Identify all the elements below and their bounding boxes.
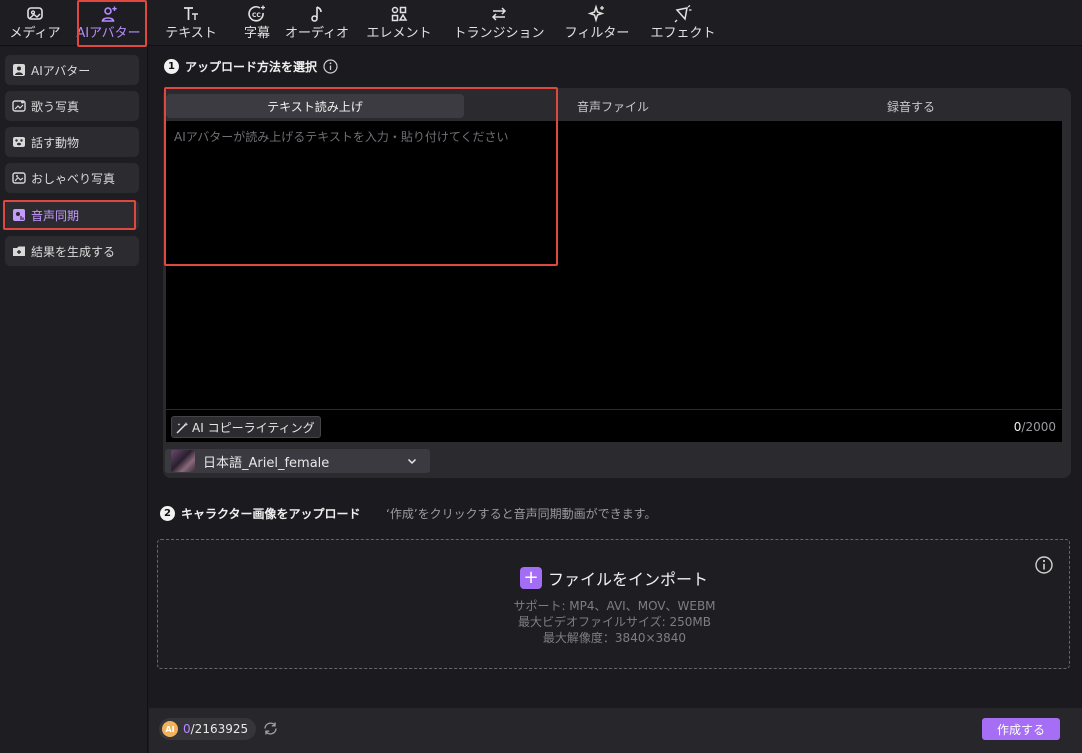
tab-effects-label: エフェクト bbox=[650, 26, 716, 41]
tab-audio[interactable]: オーディオ bbox=[279, 0, 355, 46]
sidebar-item-singing-photo[interactable]: 歌う写真 bbox=[5, 91, 139, 121]
refresh-icon[interactable] bbox=[262, 720, 279, 737]
plus-icon: + bbox=[520, 567, 542, 589]
tab-filters-label: フィルター bbox=[564, 26, 630, 41]
tab-transitions-label: トランジション bbox=[453, 26, 545, 41]
ai-copywriting-label: AI コピーライティング bbox=[192, 420, 315, 435]
character-max: /2000 bbox=[1021, 420, 1056, 434]
voice-select[interactable]: 日本語_Ariel_female bbox=[165, 449, 430, 473]
talking-animal-icon bbox=[12, 135, 26, 149]
tab-ai-avatar-label: AIアバター bbox=[76, 26, 141, 41]
tab-transitions[interactable]: トランジション bbox=[443, 0, 555, 46]
sidebar-item-label: AIアバター bbox=[31, 63, 91, 78]
audio-icon bbox=[307, 4, 327, 24]
tab-text[interactable]: テキスト bbox=[147, 0, 235, 46]
tab-audio-file[interactable]: 音声ファイル bbox=[464, 94, 762, 118]
effect-icon bbox=[673, 4, 693, 24]
sidebar-item-label: 歌う写真 bbox=[31, 99, 80, 114]
generate-result-icon bbox=[12, 244, 26, 258]
credits-total: /2163925 bbox=[190, 722, 249, 736]
sidebar-item-generate-result[interactable]: 結果を生成する bbox=[5, 236, 139, 266]
avatar-icon bbox=[12, 63, 26, 77]
max-file-size: 最大ビデオファイルサイズ: 250MB bbox=[518, 615, 711, 629]
upload-method-card: テキスト読み上げ 音声ファイル 録音する AIアバターが読み上げるテキストを入力… bbox=[163, 88, 1071, 478]
sidebar-item-label: 話す動物 bbox=[31, 135, 80, 150]
svg-text:CC: CC bbox=[252, 12, 261, 19]
credits-counter: AI 0/2163925 bbox=[159, 718, 256, 740]
info-icon[interactable] bbox=[1035, 556, 1053, 574]
magic-wand-icon bbox=[175, 421, 190, 434]
supported-formats: サポート: MP4、AVI、MOV、WEBM bbox=[513, 599, 716, 613]
sidebar-item-label: おしゃべり写真 bbox=[31, 171, 116, 186]
voice-avatar bbox=[171, 450, 195, 472]
step2-hint: ‘作成’をクリックすると音声同期動画ができます。 bbox=[386, 507, 657, 521]
chevron-down-icon bbox=[406, 455, 418, 467]
sidebar-item-ai-avatar[interactable]: AIアバター bbox=[5, 55, 139, 85]
top-toolbar: メディア AIアバター テキスト CC 字幕 オーディオ エレメント トランジシ… bbox=[0, 0, 1082, 46]
info-icon[interactable] bbox=[323, 59, 338, 74]
tab-elements[interactable]: エレメント bbox=[355, 0, 443, 46]
tab-text-label: テキスト bbox=[165, 26, 217, 41]
step1-title: 1 アップロード方法を選択 bbox=[164, 58, 338, 75]
sidebar-item-talking-photo[interactable]: おしゃべり写真 bbox=[5, 163, 139, 193]
sidebar-item-label: 音声同期 bbox=[31, 208, 80, 223]
script-placeholder: AIアバターが読み上げるテキストを入力・貼り付けてください bbox=[174, 130, 509, 144]
sidebar-item-voice-sync[interactable]: 音声同期 bbox=[5, 200, 139, 230]
tab-elements-label: エレメント bbox=[366, 26, 432, 41]
tab-ai-avatar[interactable]: AIアバター bbox=[70, 0, 147, 46]
max-resolution: 最大解像度：3840×3840 bbox=[542, 631, 687, 645]
voice-selected-value: 日本語_Ariel_female bbox=[203, 455, 330, 471]
ai-copywriting-button[interactable]: AI コピーライティング bbox=[171, 416, 321, 438]
upload-method-tabs: テキスト読み上げ 音声ファイル 録音する bbox=[166, 94, 1062, 120]
tab-media-label: メディア bbox=[9, 26, 61, 41]
ai-avatar-icon bbox=[99, 4, 119, 24]
tab-audio-label: オーディオ bbox=[284, 26, 350, 41]
tab-media[interactable]: メディア bbox=[0, 0, 70, 46]
step1-number: 1 bbox=[164, 59, 179, 74]
text-input-footer: AI コピーライティング 0/2000 bbox=[166, 409, 1062, 442]
create-button[interactable]: 作成する bbox=[982, 718, 1060, 740]
character-image-dropzone[interactable]: + ファイルをインポート サポート: MP4、AVI、MOV、WEBM 最大ビデ… bbox=[157, 539, 1070, 669]
media-icon bbox=[25, 4, 45, 24]
script-text-input[interactable]: AIアバターが読み上げるテキストを入力・貼り付けてください bbox=[166, 121, 1062, 409]
credits-used: 0 bbox=[183, 722, 191, 736]
step2-title: 2 キャラクター画像をアップロード bbox=[160, 505, 361, 522]
tab-filters[interactable]: フィルター bbox=[555, 0, 639, 46]
sidebar-item-label: 結果を生成する bbox=[31, 244, 116, 259]
talking-photo-icon bbox=[12, 171, 26, 185]
tab-text-to-speech[interactable]: テキスト読み上げ bbox=[166, 94, 464, 118]
tab-captions[interactable]: CC 字幕 bbox=[235, 0, 279, 46]
character-counter: 0/2000 bbox=[1014, 420, 1056, 434]
import-file-label: ファイルをインポート bbox=[548, 570, 709, 589]
text-icon bbox=[181, 4, 201, 24]
step2-title-text: キャラクター画像をアップロード bbox=[181, 507, 361, 521]
tab-effects[interactable]: エフェクト bbox=[639, 0, 727, 46]
element-icon bbox=[389, 4, 409, 24]
step1-title-text: アップロード方法を選択 bbox=[185, 60, 318, 74]
sidebar-item-talking-animal[interactable]: 話す動物 bbox=[5, 127, 139, 157]
caption-icon: CC bbox=[247, 4, 267, 24]
upload-support-info: サポート: MP4、AVI、MOV、WEBM 最大ビデオファイルサイズ: 250… bbox=[158, 598, 1071, 646]
voice-sync-icon bbox=[12, 208, 26, 222]
left-sidebar: AIアバター 歌う写真 話す動物 おしゃべり写真 音声同期 結果を生成する bbox=[0, 47, 148, 753]
app-window: メディア AIアバター テキスト CC 字幕 オーディオ エレメント トランジシ… bbox=[0, 0, 1082, 753]
import-file-button[interactable]: + ファイルをインポート bbox=[520, 566, 708, 590]
bottom-bar: AI 0/2163925 作成する bbox=[149, 708, 1082, 753]
tab-captions-label: 字幕 bbox=[243, 26, 270, 41]
tab-record[interactable]: 録音する bbox=[762, 94, 1060, 118]
filter-icon bbox=[587, 4, 607, 24]
main-panel: 1 アップロード方法を選択 テキスト読み上げ 音声ファイル 録音する AIアバタ… bbox=[149, 47, 1082, 753]
transition-icon bbox=[489, 4, 509, 24]
step2-number: 2 bbox=[160, 506, 175, 521]
singing-photo-icon bbox=[12, 99, 26, 113]
ai-credit-icon: AI bbox=[162, 721, 178, 737]
